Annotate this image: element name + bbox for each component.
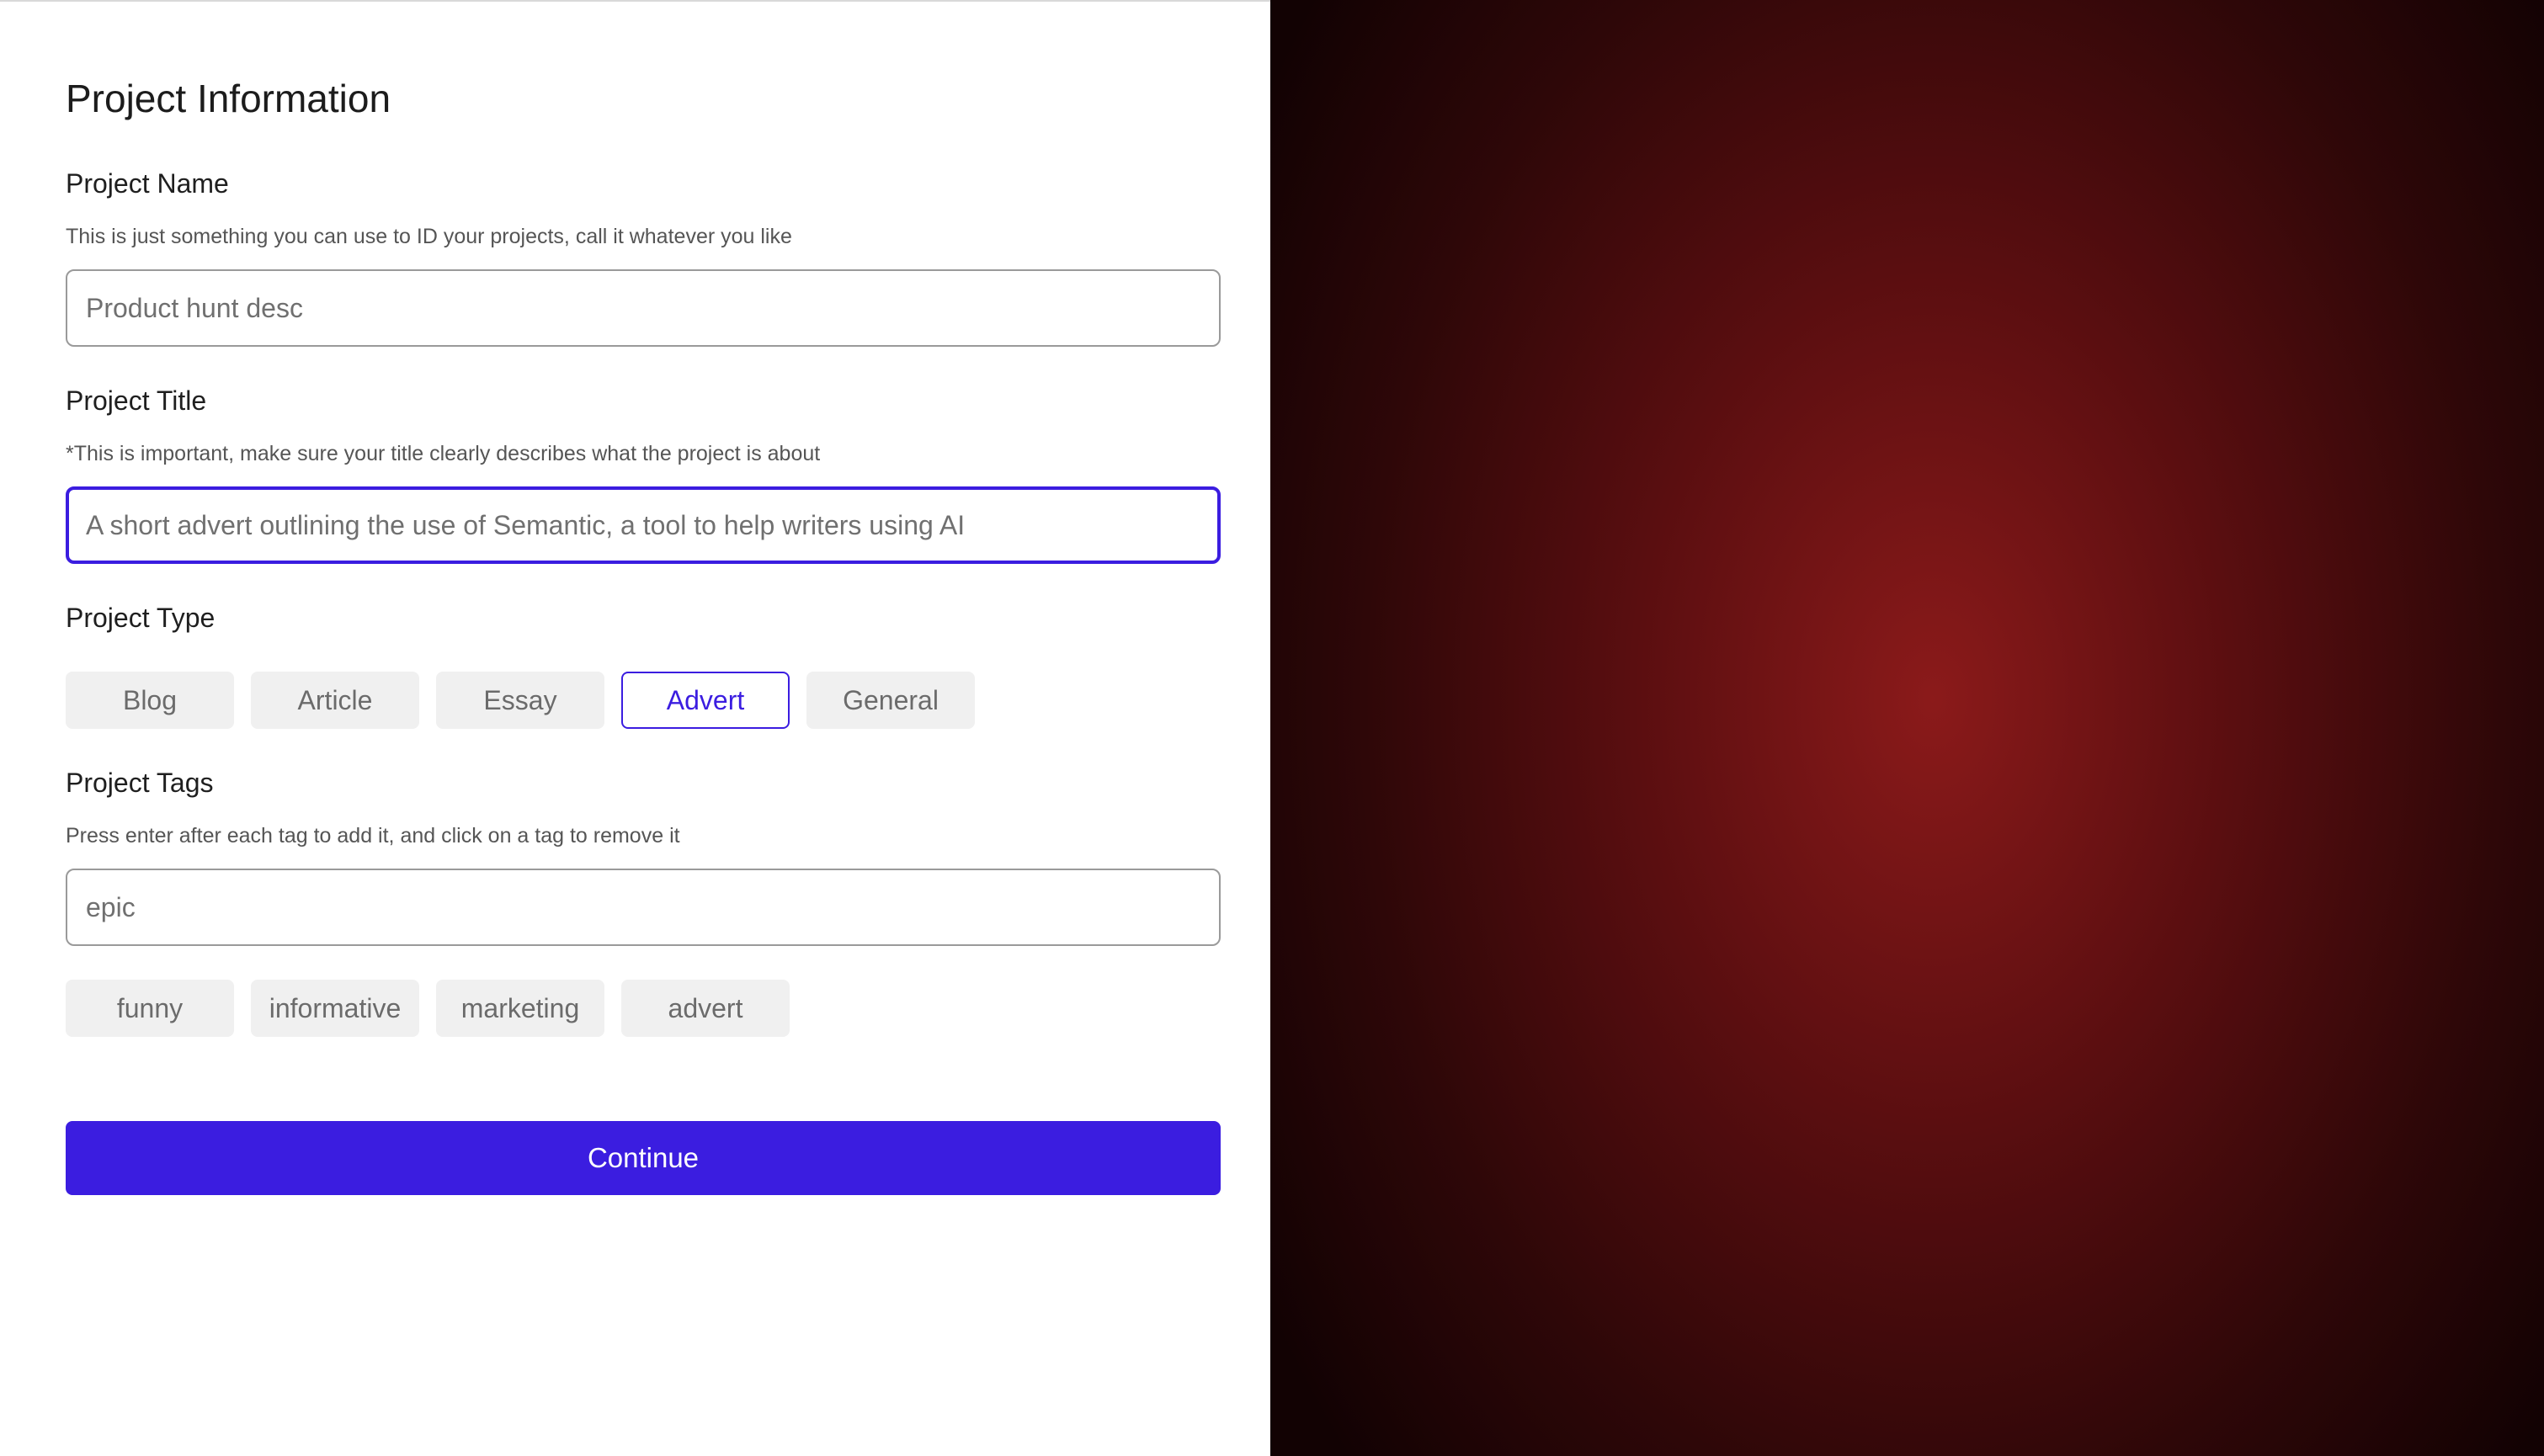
project-title-helper: *This is important, make sure your title… <box>66 442 821 465</box>
project-tags-label: Project Tags <box>66 768 214 798</box>
project-name-helper: This is just something you can use to ID… <box>66 225 792 248</box>
form-panel: Project Information Project Name This is… <box>0 0 1270 1456</box>
decorative-gradient-panel <box>1270 0 2544 1456</box>
tag-chip-funny[interactable]: funny <box>66 980 234 1037</box>
project-title-label: Project Title <box>66 385 207 416</box>
project-type-general[interactable]: General <box>806 672 975 729</box>
project-type-advert[interactable]: Advert <box>621 672 790 729</box>
continue-button[interactable]: Continue <box>66 1121 1221 1195</box>
project-type-label: Project Type <box>66 603 216 633</box>
tag-chip-informative[interactable]: informative <box>251 980 419 1037</box>
page: Project Information Project Name This is… <box>0 0 2544 1456</box>
project-type-options: Blog Article Essay Advert General <box>66 672 975 729</box>
page-title: Project Information <box>66 77 391 120</box>
project-type-essay[interactable]: Essay <box>436 672 604 729</box>
project-tags-input[interactable] <box>66 869 1221 946</box>
project-tags-list: funny informative marketing advert <box>66 980 790 1037</box>
tag-chip-advert[interactable]: advert <box>621 980 790 1037</box>
project-type-article[interactable]: Article <box>251 672 419 729</box>
project-name-label: Project Name <box>66 168 229 199</box>
tag-chip-marketing[interactable]: marketing <box>436 980 604 1037</box>
project-tags-helper: Press enter after each tag to add it, an… <box>66 824 680 848</box>
project-title-input[interactable] <box>66 486 1221 564</box>
project-type-blog[interactable]: Blog <box>66 672 234 729</box>
project-name-input[interactable] <box>66 269 1221 347</box>
